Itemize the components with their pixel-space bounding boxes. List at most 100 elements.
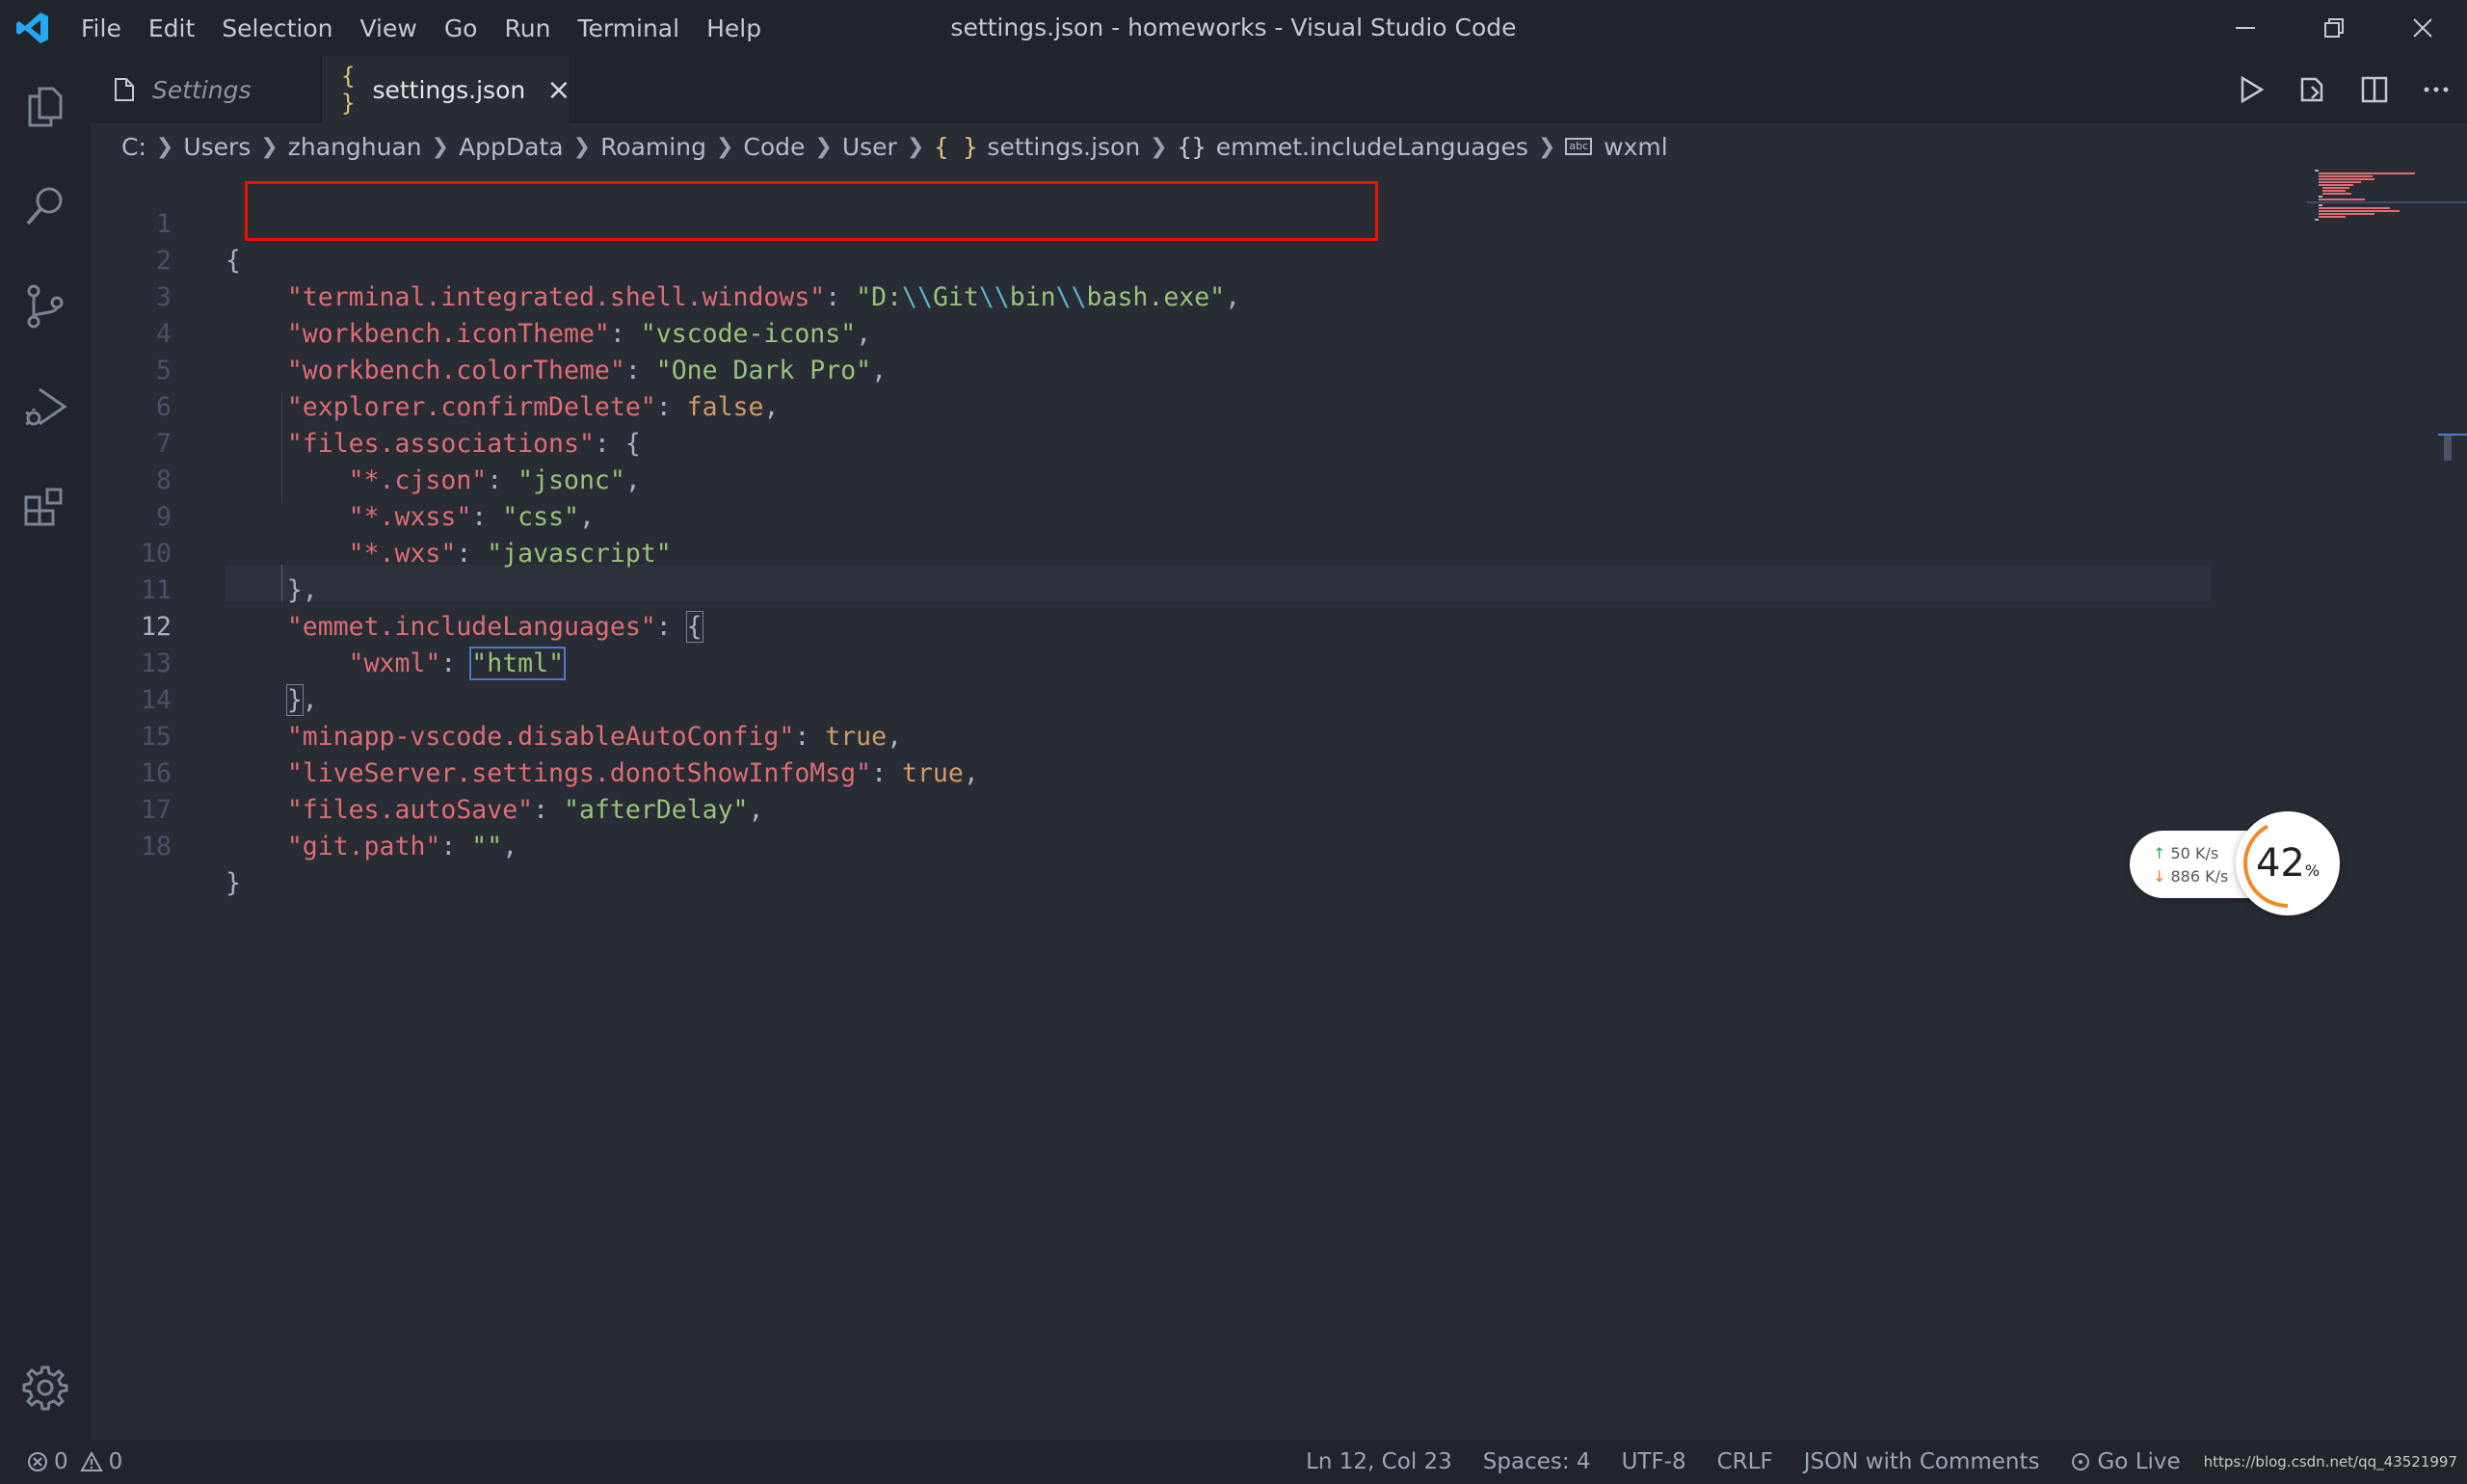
breadcrumb-item[interactable]: User [842, 133, 897, 161]
menu-edit[interactable]: Edit [135, 14, 208, 42]
code-line: 13 }, [141, 649, 318, 716]
activity-bar [0, 56, 91, 1440]
split-editor-button[interactable] [2344, 56, 2405, 123]
end-of-line[interactable]: CRLF [1702, 1449, 1789, 1474]
annotation-highlight-box [245, 181, 1378, 241]
vscode-logo-icon [16, 13, 48, 43]
chevron-right-icon: ❯ [814, 134, 833, 159]
code-editor[interactable]: 1 { 2 "terminal.integrated.shell.windows… [91, 170, 2467, 1440]
indentation[interactable]: Spaces: 4 [1468, 1449, 1606, 1474]
menu-selection[interactable]: Selection [208, 14, 346, 42]
code-line: 4 "workbench.colorTheme": "One Dark Pro"… [156, 319, 888, 385]
scrollbar-cursor-marker [2438, 434, 2467, 436]
go-live-button[interactable]: Go Live [2055, 1449, 2195, 1474]
status-bar-right: Ln 12, Col 23 Spaces: 4 UTF-8 CRLF JSON … [1290, 1440, 2467, 1484]
chevron-right-icon: ❯ [1150, 134, 1168, 159]
cursor-position[interactable]: Ln 12, Col 23 [1290, 1449, 1468, 1474]
arrow-up-icon: ↑ [2153, 844, 2166, 862]
menu-bar: File Edit Selection View Go Run Terminal… [67, 0, 775, 56]
warning-count: 0 [108, 1449, 123, 1474]
problems-indicator[interactable]: 0 0 [27, 1440, 122, 1484]
split-editor-icon [2361, 76, 2388, 103]
upload-speed: ↑ 50 K/s [2153, 844, 2219, 862]
editor-actions [2220, 56, 2467, 123]
code-line: 18 } [141, 832, 241, 898]
encoding[interactable]: UTF-8 [1606, 1449, 1702, 1474]
menu-terminal[interactable]: Terminal [564, 14, 693, 42]
activity-source-control[interactable] [0, 256, 91, 357]
menu-run[interactable]: Run [491, 14, 564, 42]
code-line: 15 "liveServer.settings.donotShowInfoMsg… [141, 722, 979, 788]
code-line: 3 "workbench.iconTheme": "vscode-icons", [156, 282, 872, 349]
menu-view[interactable]: View [346, 14, 430, 42]
status-bar: 0 0 Ln 12, Col 23 Spaces: 4 UTF-8 CRLF J… [0, 1440, 2467, 1484]
menu-go[interactable]: Go [431, 14, 491, 42]
chevron-right-icon: ❯ [155, 134, 174, 159]
json-braces-icon: { } [934, 132, 978, 161]
activity-manage[interactable] [0, 1338, 91, 1438]
warning-icon [79, 1451, 103, 1471]
file-icon [115, 78, 134, 101]
cpu-percent: 42 [2255, 841, 2305, 886]
restore-icon [2324, 18, 2344, 38]
search-icon [26, 187, 63, 225]
breadcrumb-item[interactable]: zhanghuan [288, 133, 422, 161]
scrollbar-thumb[interactable] [2444, 436, 2452, 461]
open-settings-icon [2300, 77, 2323, 102]
explorer-icon [28, 87, 63, 127]
activity-search[interactable] [0, 156, 91, 256]
menu-help[interactable]: Help [693, 14, 775, 42]
code-line: 16 "files.autoSave": "afterDelay", [141, 758, 764, 825]
broadcast-icon [2072, 1453, 2090, 1471]
arrow-down-icon: ↓ [2153, 867, 2166, 886]
tab-settings-json[interactable]: { } settings.json × [322, 56, 570, 123]
minimize-button[interactable] [2201, 0, 2290, 56]
activity-explorer[interactable] [0, 56, 91, 156]
title-bar: File Edit Selection View Go Run Terminal… [0, 0, 2467, 56]
close-window-button[interactable] [2378, 0, 2467, 56]
restore-button[interactable] [2290, 0, 2378, 56]
code-line-current: 12 "wxml": "html" [141, 612, 567, 680]
object-braces-icon: {} [1177, 132, 1207, 161]
run-debug-icon [25, 387, 67, 426]
source-control-icon [27, 284, 64, 329]
breadcrumb-item[interactable]: emmet.includeLanguages [1216, 133, 1528, 161]
vertical-scrollbar[interactable] [2438, 170, 2467, 1440]
chevron-right-icon: ❯ [715, 134, 734, 159]
cpu-usage-gauge: 42 % [2236, 811, 2340, 915]
breadcrumb-item[interactable]: Roaming [600, 133, 706, 161]
breadcrumb-item[interactable]: C: [121, 133, 146, 161]
run-button[interactable] [2220, 56, 2282, 123]
code-line: 9 "*.wxs": "javascript" [156, 502, 672, 569]
menu-file[interactable]: File [67, 14, 135, 42]
download-speed: ↓ 886 K/s [2153, 867, 2229, 886]
code-line: 5 "explorer.confirmDelete": false, [156, 356, 780, 422]
code-line: 17 "git.path": "", [141, 795, 518, 861]
tab-settings-json-label: settings.json [372, 75, 526, 104]
tab-settings[interactable]: Settings [91, 56, 322, 123]
error-count: 0 [54, 1449, 68, 1474]
more-actions-button[interactable] [2405, 56, 2467, 123]
code-line: 6 "files.associations": { [156, 392, 641, 459]
breadcrumb-item[interactable]: Users [183, 133, 251, 161]
breadcrumb-item[interactable]: AppData [459, 133, 564, 161]
breadcrumb-item[interactable]: settings.json [987, 133, 1140, 161]
open-settings-button[interactable] [2282, 56, 2344, 123]
more-actions-icon [2424, 87, 2449, 93]
breadcrumb-item[interactable]: wxml [1604, 133, 1668, 161]
language-mode[interactable]: JSON with Comments [1789, 1449, 2056, 1474]
chevron-right-icon: ❯ [906, 134, 925, 159]
close-tab-icon[interactable]: × [546, 73, 570, 107]
breadcrumb-item[interactable]: Code [743, 133, 805, 161]
string-abc-icon: abc [1565, 138, 1593, 155]
activity-run-debug[interactable] [0, 357, 91, 457]
code-line: 11 "emmet.includeLanguages": { [141, 575, 703, 643]
network-speed-widget[interactable]: ↑ 50 K/s ↓ 886 K/s 42 % [2130, 811, 2340, 917]
activity-extensions[interactable] [0, 457, 91, 557]
minimize-icon [2236, 27, 2255, 29]
code-line: 14 "minapp-vscode.disableAutoConfig": tr… [141, 685, 903, 752]
extensions-icon [24, 488, 63, 526]
json-braces-icon: { } [341, 63, 356, 117]
chevron-right-icon: ❯ [431, 134, 450, 159]
gear-icon [22, 1365, 68, 1411]
